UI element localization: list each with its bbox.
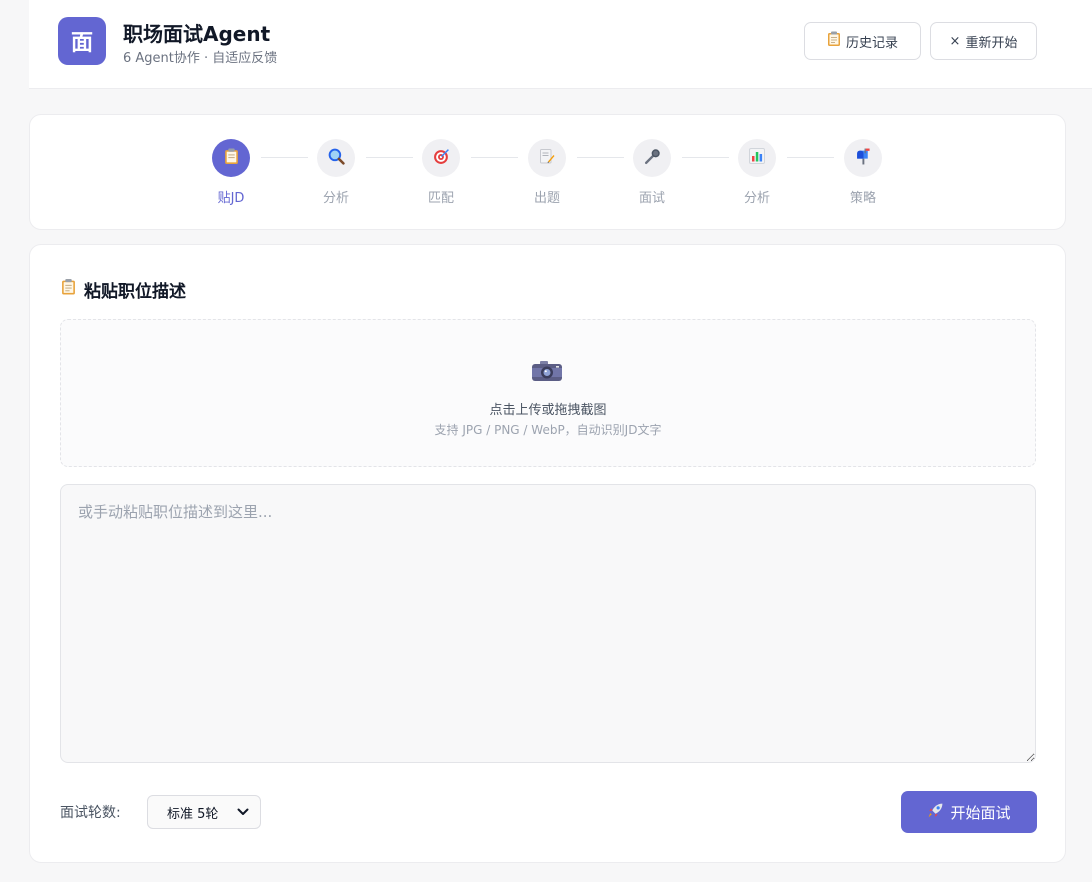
clipboard-icon [827,31,841,51]
step-circle [528,139,566,177]
memo-icon [539,148,555,169]
target-icon [433,148,450,169]
clipboard-icon [224,148,239,169]
clipboard-icon [61,278,76,301]
bar-chart-icon [749,148,765,168]
app-logo: 面 [58,17,106,65]
step-label: 出题 [533,191,560,206]
step-circle [633,139,671,177]
step-label: 分析 [743,191,770,206]
step-paste-jd[interactable]: 贴JD [196,139,266,206]
step-questions[interactable]: 出题 [512,139,582,206]
step-label: 分析 [322,191,349,206]
step-connector [787,157,834,158]
step-circle [422,139,460,177]
step-label: 策略 [849,191,876,206]
step-match[interactable]: 匹配 [406,139,476,206]
step-interview[interactable]: 面试 [617,139,687,206]
chevron-down-icon [237,805,249,820]
step-label: 匹配 [427,191,454,206]
step-circle [317,139,355,177]
step-label: 贴JD [217,191,245,206]
jd-textarea[interactable] [60,484,1036,763]
start-interview-label: 开始面试 [950,803,1011,822]
progress-steps: 贴JD 分析 匹配 出题 面试 分析 策略 [29,114,1066,230]
step-strategy[interactable]: 策略 [828,139,898,206]
step-circle [738,139,776,177]
rounds-select[interactable]: 标准 5轮 [147,795,261,829]
screenshot-upload-dropzone[interactable]: 点击上传或拖拽截图 支持 JPG / PNG / WebP，自动识别JD文字 [60,319,1036,467]
step-analyze[interactable]: 分析 [301,139,371,206]
app-subtitle: 6 Agent协作 · 自适应反馈 [123,51,278,66]
rocket-icon [927,802,944,823]
app-title: 职场面试Agent [123,22,271,46]
restart-button[interactable]: × 重新开始 [930,22,1037,60]
step-report[interactable]: 分析 [722,139,792,206]
app-header: 面 职场面试Agent 6 Agent协作 · 自适应反馈 历史记录 × 重新开… [29,0,1092,89]
restart-button-label: 重新开始 [965,35,1018,51]
history-button[interactable]: 历史记录 [804,22,921,60]
upload-instruction: 点击上传或拖拽截图 [489,403,607,418]
step-circle [844,139,882,177]
step-connector [471,157,518,158]
jd-input-card: 粘贴职位描述 点击上传或拖拽截图 支持 JPG / PNG / WebP，自动识… [29,244,1066,863]
section-title-text: 粘贴职位描述 [84,282,186,302]
camera-icon [531,360,563,386]
step-circle [212,139,250,177]
rounds-selected-value: 标准 5轮 [167,806,219,822]
magnifier-icon [328,148,345,169]
close-icon: × [949,33,961,49]
section-title: 粘贴职位描述 [61,277,186,302]
step-label: 面试 [638,191,665,206]
rounds-label: 面试轮数: [60,805,121,821]
microphone-icon [644,148,661,169]
upload-formats-hint: 支持 JPG / PNG / WebP，自动识别JD文字 [434,423,662,437]
history-button-label: 历史记录 [845,35,898,51]
mailbox-icon [855,148,872,169]
start-interview-button[interactable]: 开始面试 [901,791,1037,833]
